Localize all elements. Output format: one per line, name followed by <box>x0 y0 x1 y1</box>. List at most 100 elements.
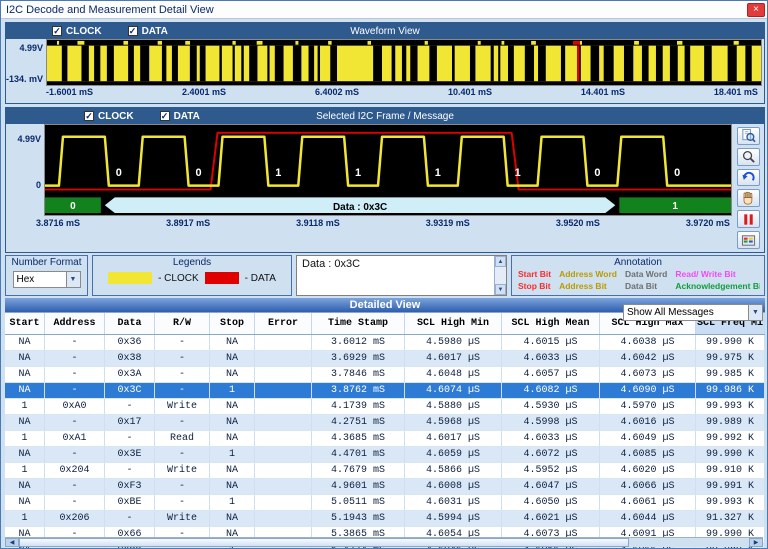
number-format-value: Hex <box>14 272 66 287</box>
pause-button[interactable] <box>737 210 760 228</box>
column-header-address[interactable]: Address <box>45 313 105 334</box>
scrollbar-thumb[interactable] <box>19 538 629 547</box>
scrollbar-track[interactable] <box>629 538 749 547</box>
table-cell: 4.6082 µS <box>502 383 600 398</box>
table-cell: 4.6061 µS <box>600 495 696 510</box>
svg-text:0: 0 <box>196 167 202 179</box>
table-cell: 5.0511 mS <box>312 495 405 510</box>
table-cell: - <box>45 479 105 494</box>
message-filter-value: Show All Messages <box>624 305 748 320</box>
table-cell: 4.6085 µS <box>600 447 696 462</box>
legends-group: Legends - CLOCK - DATA <box>92 255 292 296</box>
waveform-clock-checkbox[interactable]: ✓ CLOCK <box>52 26 102 37</box>
scroll-right-icon[interactable]: ▶ <box>749 538 763 547</box>
table-cell: NA <box>5 383 45 398</box>
clock-checkbox-label: CLOCK <box>66 26 102 37</box>
table-row[interactable]: NA-0xBE-15.0511 mS4.6031 µS4.6050 µS4.60… <box>5 495 765 511</box>
frame-y-axis: 4.99V 0 <box>6 124 44 216</box>
table-cell: 4.6042 µS <box>600 351 696 366</box>
scroll-up-icon[interactable]: ▲ <box>495 256 506 267</box>
table-cell: 4.1739 mS <box>312 399 405 414</box>
time-label: 10.401 mS <box>448 87 492 97</box>
waveform-canvas[interactable] <box>46 39 762 86</box>
data-box-scrollbar[interactable]: ▲ ▼ <box>494 256 506 295</box>
column-header-error[interactable]: Error <box>255 313 312 334</box>
table-cell: 3.7846 mS <box>312 367 405 382</box>
annotation-read-write-bit: Read/ Write Bit <box>675 269 760 281</box>
column-header-scl-high-min[interactable]: SCL High Min <box>405 313 502 334</box>
frame-canvas[interactable]: 001111000Data : 0x3C1 <box>44 124 732 216</box>
table-cell: 4.6057 µS <box>502 367 600 382</box>
svg-text:Data : 0x3C: Data : 0x3C <box>333 202 387 213</box>
scroll-left-icon[interactable]: ◀ <box>5 538 19 547</box>
table-row[interactable]: NA-0x17-NA4.2751 mS4.5968 µS4.5998 µS4.6… <box>5 415 765 431</box>
table-cell: 4.6066 µS <box>600 479 696 494</box>
pan-hand-button[interactable] <box>737 189 760 207</box>
horizontal-scrollbar[interactable]: ◀ ▶ <box>5 537 763 547</box>
frame-data-checkbox[interactable]: ✓ DATA <box>160 111 200 122</box>
table-cell: 4.6038 µS <box>600 335 696 350</box>
table-row[interactable]: 10xA0-WriteNA4.1739 mS4.5880 µS4.5930 µS… <box>5 399 765 415</box>
column-header-time-stamp[interactable]: Time Stamp <box>312 313 405 334</box>
table-cell: 0xA1 <box>45 431 105 446</box>
data-color-swatch <box>205 272 239 284</box>
table-cell: 99.975 K <box>696 351 765 366</box>
table-cell: 1 <box>210 383 255 398</box>
table-cell: 4.5970 µS <box>600 399 696 414</box>
table-row[interactable]: 10xA1-ReadNA4.3685 mS4.6017 µS4.6033 µS4… <box>5 431 765 447</box>
table-cell: NA <box>210 431 255 446</box>
annotation-group: Annotation Start BitStop BitAddress Word… <box>511 255 765 296</box>
table-body: NA-0x36-NA3.6012 mS4.5980 µS4.6015 µS4.6… <box>5 335 765 548</box>
table-cell: 4.6020 µS <box>600 463 696 478</box>
table-cell: 99.992 K <box>696 431 765 446</box>
column-header-stop[interactable]: Stop <box>210 313 255 334</box>
table-cell: 1 <box>5 431 45 446</box>
table-cell: NA <box>5 479 45 494</box>
export-button[interactable] <box>737 231 760 249</box>
frame-clock-checkbox[interactable]: ✓ CLOCK <box>84 111 134 122</box>
table-row[interactable]: 10x206-WriteNA5.1943 mS4.5994 µS4.6021 µ… <box>5 511 765 527</box>
table-row[interactable]: NA-0x3A-NA3.7846 mS4.6048 µS4.6057 µS4.6… <box>5 367 765 383</box>
zoom-button[interactable] <box>737 148 760 166</box>
chevron-down-icon: ▼ <box>748 305 762 320</box>
y-label-bottom: -134. mV <box>6 74 43 84</box>
svg-text:0: 0 <box>594 167 600 179</box>
table-row[interactable]: NA-0x38-NA3.6929 mS4.6017 µS4.6033 µS4.6… <box>5 351 765 367</box>
table-row[interactable]: NA-0xF3-NA4.9601 mS4.6008 µS4.6047 µS4.6… <box>5 479 765 495</box>
zoom-doc-button[interactable] <box>737 127 760 145</box>
table-cell <box>255 367 312 382</box>
i2c-detail-window: I2C Decode and Measurement Detail View ×… <box>0 0 768 549</box>
waveform-data-checkbox[interactable]: ✓ DATA <box>128 26 168 37</box>
number-format-select[interactable]: Hex ▼ <box>13 271 81 288</box>
column-header-start[interactable]: Start <box>5 313 45 334</box>
table-cell: NA <box>5 351 45 366</box>
column-header-scl-high-mean[interactable]: SCL High Mean <box>502 313 600 334</box>
scroll-down-icon[interactable]: ▼ <box>495 284 506 295</box>
time-label: 2.4001 mS <box>182 87 226 97</box>
time-label: 3.9319 mS <box>426 218 470 228</box>
table-cell: 4.7679 mS <box>312 463 405 478</box>
table-cell: - <box>155 367 210 382</box>
close-button[interactable]: × <box>747 3 765 17</box>
message-filter-select[interactable]: Show All Messages ▼ <box>623 304 763 321</box>
table-row[interactable]: 10x204-WriteNA4.7679 mS4.5866 µS4.5952 µ… <box>5 463 765 479</box>
table-row[interactable]: NA-0x36-NA3.6012 mS4.5980 µS4.6015 µS4.6… <box>5 335 765 351</box>
annotation-start-bit: Start Bit <box>518 269 551 281</box>
pan-hand-icon <box>741 191 756 206</box>
table-cell: 99.986 K <box>696 383 765 398</box>
undo-button[interactable] <box>737 169 760 187</box>
table-row[interactable]: NA-0x3E-14.4701 mS4.6059 µS4.6072 µS4.60… <box>5 447 765 463</box>
table-cell: 3.6012 mS <box>312 335 405 350</box>
column-header-data[interactable]: Data <box>105 313 155 334</box>
table-cell: 0xA0 <box>45 399 105 414</box>
table-cell: NA <box>210 415 255 430</box>
table-cell: 4.6017 µS <box>405 431 502 446</box>
table-cell: 4.5998 µS <box>502 415 600 430</box>
zoom-icon <box>741 149 756 164</box>
table-cell: - <box>105 399 155 414</box>
data-checkbox-label: DATA <box>142 26 168 37</box>
table-row[interactable]: NA-0x3C-13.8762 mS4.6074 µS4.6082 µS4.60… <box>5 383 765 399</box>
column-header-r-w[interactable]: R/W <box>155 313 210 334</box>
table-cell: 1 <box>210 447 255 462</box>
y-label-top: 4.99V <box>19 43 43 53</box>
